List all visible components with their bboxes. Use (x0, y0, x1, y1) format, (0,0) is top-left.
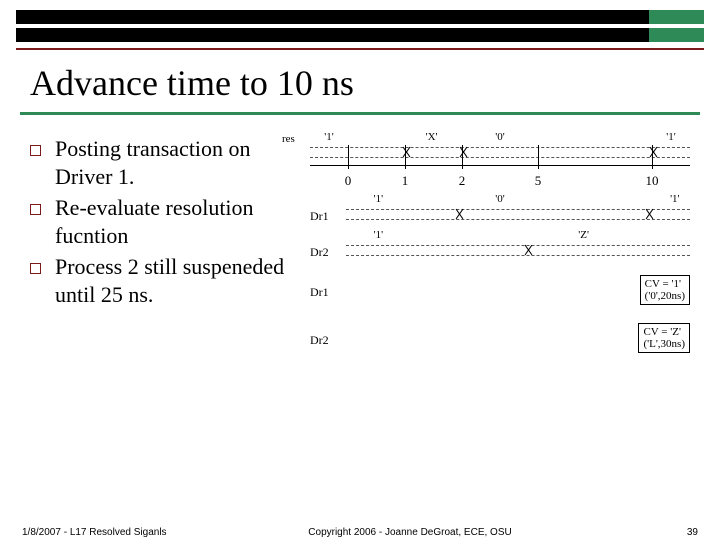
decor-bars (16, 10, 704, 42)
cv-bot: ('L',30ns) (643, 338, 685, 350)
bullet-text: Process 2 still suspeneded until 25 ns. (55, 253, 290, 308)
row-label: Dr2 (310, 245, 329, 260)
dr2-cv-row: Dr2 CV = 'Z' ('L',30ns) (310, 323, 690, 359)
driver-2-row: Dr2 '1' 'Z' (310, 239, 690, 269)
bullet-text: Posting transaction on Driver 1. (55, 135, 290, 190)
row-label: Dr1 (310, 285, 329, 300)
cv-box: CV = '1' ('0',20ns) (640, 275, 690, 305)
dr1-cv-row: Dr1 CV = '1' ('0',20ns) (310, 275, 690, 311)
bullet-text: Re-evaluate resolution fucntion (55, 194, 290, 249)
drv-value: '1' (374, 229, 383, 241)
footer-center: Copyright 2006 - Joanne DeGroat, ECE, OS… (172, 527, 648, 538)
drv-value: 'Z' (578, 229, 589, 241)
bullet-list: Posting transaction on Driver 1. Re-eval… (30, 135, 290, 371)
bullet-icon (30, 204, 41, 215)
cv-top: CV = 'Z' (643, 326, 685, 338)
slide-title: Advance time to 10 ns (30, 62, 720, 104)
tick-label: 5 (535, 173, 542, 189)
driver-1-row: Dr1 '1' '0' '1' (310, 203, 690, 233)
title-rule (16, 48, 704, 50)
bullet-icon (30, 145, 41, 156)
res-value: '1' (664, 131, 677, 143)
row-label: res (282, 133, 295, 145)
timing-diagram: res 0 1 2 5 10 '1' 'X' '0' '1' Dr1 '1' (310, 135, 690, 371)
cv-bot: ('0',20ns) (645, 290, 685, 302)
cv-top: CV = '1' (645, 278, 685, 290)
tick-label: 0 (345, 173, 352, 189)
drv-value: '0' (495, 193, 504, 205)
row-label: Dr2 (310, 333, 329, 348)
cv-box: CV = 'Z' ('L',30ns) (638, 323, 690, 353)
tick-label: 1 (402, 173, 409, 189)
tick-label: 2 (459, 173, 466, 189)
res-timeline: res 0 1 2 5 10 '1' 'X' '0' '1' (310, 143, 690, 185)
res-value: '0' (493, 131, 506, 143)
title-underline (20, 112, 700, 115)
tick-label: 10 (646, 173, 659, 189)
res-value: '1' (322, 131, 335, 143)
drv-value: '1' (374, 193, 383, 205)
drv-value: '1' (670, 193, 679, 205)
bullet-icon (30, 263, 41, 274)
footer-left: 1/8/2007 - L17 Resolved Siganls (22, 527, 172, 538)
page-number: 39 (648, 527, 698, 538)
row-label: Dr1 (310, 209, 329, 224)
slide-footer: 1/8/2007 - L17 Resolved Siganls Copyrigh… (0, 527, 720, 538)
res-value: 'X' (424, 131, 440, 143)
